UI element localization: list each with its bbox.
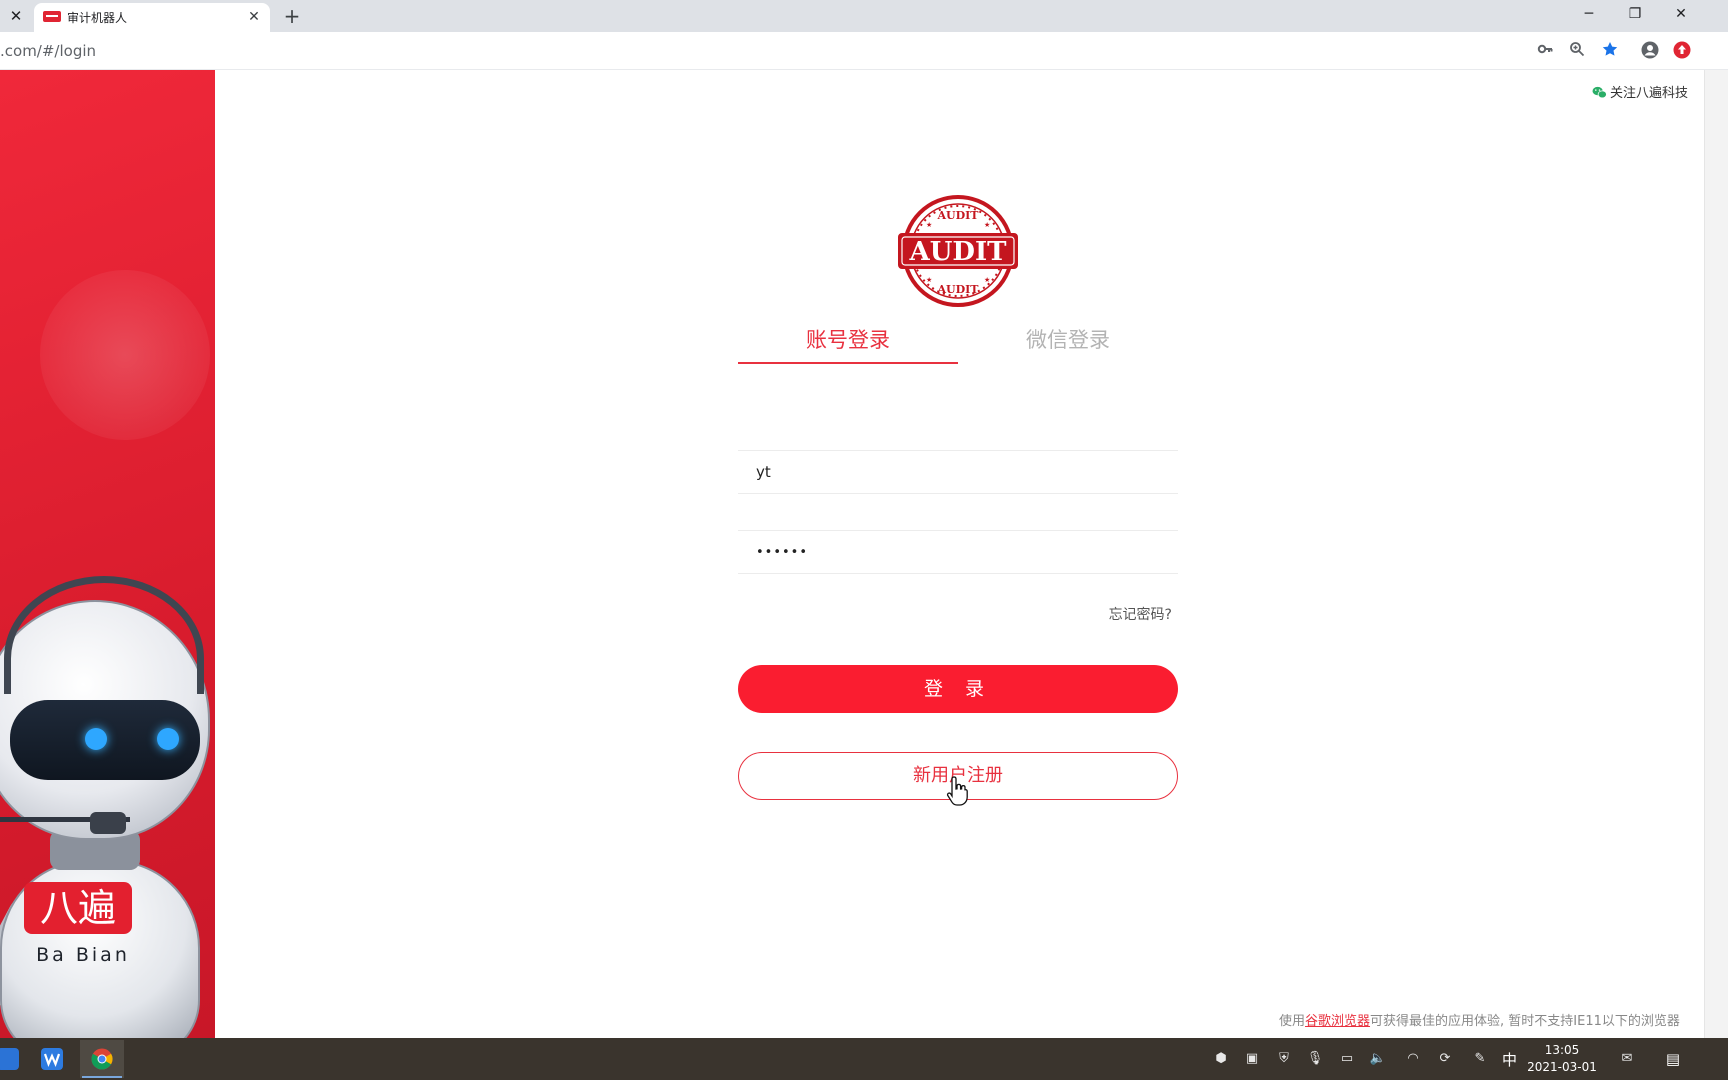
login-button[interactable]: 登 录 bbox=[738, 665, 1178, 713]
robot-mascot-image: 八遍 Ba Bian bbox=[0, 530, 215, 1038]
wps-icon bbox=[41, 1048, 63, 1070]
tab-close-icon[interactable]: ✕ bbox=[244, 7, 264, 27]
robot-eye-left bbox=[85, 728, 107, 750]
robot-mic-icon bbox=[90, 812, 126, 834]
follow-wechat-link[interactable]: 关注八遍科技 bbox=[1592, 82, 1688, 101]
tray-microphone-icon[interactable]: 🎙 bbox=[1306, 1050, 1324, 1068]
tray-app-icon[interactable]: ▣ bbox=[1243, 1050, 1261, 1068]
tab-wechat-login[interactable]: 微信登录 bbox=[958, 324, 1178, 354]
stamp-bottom-text: AUDIT bbox=[937, 283, 980, 296]
taskbar-wps[interactable] bbox=[30, 1040, 74, 1078]
tray-volume-icon[interactable]: 🔈 bbox=[1369, 1050, 1387, 1068]
page-scrollbar[interactable] bbox=[1704, 70, 1728, 1038]
active-app-indicator bbox=[82, 1076, 122, 1078]
new-tab-button[interactable]: + bbox=[280, 4, 304, 28]
follow-label: 关注八遍科技 bbox=[1610, 86, 1689, 101]
stamp-top-text: AUDIT bbox=[937, 209, 980, 222]
tab-account-login[interactable]: 账号登录 bbox=[738, 324, 958, 354]
input-method-indicator[interactable]: 中 bbox=[1502, 1049, 1517, 1070]
login-page: 八遍 Ba Bian 关注八遍科技 AUDIT AUDIT AUDIT ★ ★ … bbox=[0, 70, 1704, 1038]
password-input[interactable]: •••••• bbox=[738, 530, 1178, 574]
tray-package-icon[interactable]: ⬢ bbox=[1212, 1050, 1230, 1068]
zoom-icon[interactable] bbox=[1567, 41, 1587, 61]
close-icon[interactable]: ✕ bbox=[6, 6, 26, 26]
username-input[interactable]: yt bbox=[738, 450, 1178, 494]
robot-badge-en: Ba Bian bbox=[36, 944, 130, 966]
tray-mail-icon[interactable]: ✉ bbox=[1618, 1050, 1636, 1068]
tab-title: 审计机器人 bbox=[67, 11, 128, 25]
window-close-icon[interactable]: ✕ bbox=[1658, 0, 1704, 30]
footer-suffix: 可获得最佳的应用体验, 暂时不支持IE11以下的浏览器 bbox=[1370, 1014, 1680, 1029]
tray-battery-icon[interactable]: ▭ bbox=[1338, 1050, 1356, 1068]
favicon-icon bbox=[43, 11, 61, 22]
clock-time: 13:05 bbox=[1544, 1043, 1580, 1057]
svg-text:★: ★ bbox=[926, 276, 932, 284]
audit-stamp-logo: AUDIT AUDIT AUDIT ★ ★ ★ ★ bbox=[898, 195, 1018, 307]
key-icon[interactable] bbox=[1535, 41, 1555, 61]
browser-toolbar: .com/#/login bbox=[0, 32, 1728, 70]
taskbar: ⬢ ▣ ⛨ 🎙 ▭ 🔈 ◠ ⟳ ✎ 中 13:05 2021-03-01 ✉ ▤ bbox=[0, 1038, 1728, 1080]
tray-sync-icon[interactable]: ⟳ bbox=[1436, 1050, 1454, 1068]
svg-text:★: ★ bbox=[926, 221, 932, 229]
extension-update-icon[interactable] bbox=[1672, 41, 1692, 61]
password-value: •••••• bbox=[756, 545, 809, 560]
clock-date: 2021-03-01 bbox=[1527, 1060, 1597, 1074]
panel-glow bbox=[40, 270, 210, 440]
browser-tab[interactable]: 审计机器人 ✕ bbox=[34, 3, 270, 32]
username-value: yt bbox=[756, 463, 771, 481]
tray-pen-icon[interactable]: ✎ bbox=[1471, 1050, 1489, 1068]
robot-headband bbox=[4, 576, 204, 694]
wechat-icon bbox=[1592, 86, 1607, 99]
robot-eye-right bbox=[157, 728, 179, 750]
tray-shield-icon[interactable]: ⛨ bbox=[1275, 1050, 1293, 1068]
taskbar-app-1[interactable] bbox=[0, 1040, 30, 1078]
bookmark-star-icon[interactable] bbox=[1600, 41, 1620, 61]
left-brand-panel: 八遍 Ba Bian bbox=[0, 70, 215, 1038]
profile-icon[interactable] bbox=[1640, 41, 1660, 61]
hand-cursor-icon bbox=[946, 776, 968, 806]
notification-center-icon[interactable]: ▤ bbox=[1662, 1048, 1684, 1070]
active-tab-indicator bbox=[738, 362, 958, 364]
forgot-password-link[interactable]: 忘记密码? bbox=[1060, 604, 1172, 624]
svg-text:★: ★ bbox=[984, 221, 990, 229]
footer-prefix: 使用 bbox=[1279, 1014, 1306, 1029]
app-icon bbox=[0, 1048, 19, 1070]
tray-wifi-icon[interactable]: ◠ bbox=[1404, 1050, 1422, 1068]
restore-icon[interactable]: ❐ bbox=[1612, 0, 1658, 30]
chrome-icon bbox=[91, 1048, 113, 1070]
svg-text:★: ★ bbox=[984, 276, 990, 284]
login-tabs: 账号登录 微信登录 bbox=[738, 318, 1178, 368]
stamp-main-text: AUDIT bbox=[909, 237, 1008, 267]
browser-recommendation-note: 使用谷歌浏览器可获得最佳的应用体验, 暂时不支持IE11以下的浏览器 bbox=[1279, 1010, 1680, 1029]
chrome-download-link[interactable]: 谷歌浏览器 bbox=[1305, 1014, 1370, 1029]
browser-tab-strip: ✕ 审计机器人 ✕ + ─ ❐ ✕ bbox=[0, 0, 1728, 32]
taskbar-chrome[interactable] bbox=[80, 1040, 124, 1078]
robot-badge-cn: 八遍 bbox=[24, 882, 132, 934]
address-bar[interactable]: .com/#/login bbox=[0, 42, 96, 60]
minimize-icon[interactable]: ─ bbox=[1566, 0, 1612, 30]
taskbar-clock[interactable]: 13:05 2021-03-01 bbox=[1524, 1042, 1600, 1076]
